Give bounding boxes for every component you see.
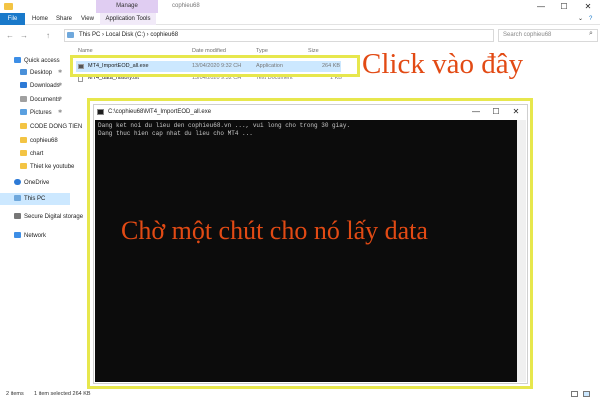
star-icon xyxy=(14,57,21,63)
nav-item-chart[interactable]: chart xyxy=(20,149,43,160)
ribbon-expand-icon[interactable]: ⌄ xyxy=(578,13,583,25)
computer-icon xyxy=(14,195,21,201)
nav-item-pictures[interactable]: Pictures xyxy=(20,108,52,119)
folder-icon xyxy=(20,163,27,169)
nav-item-label: Downloads xyxy=(30,83,60,89)
console-icon xyxy=(97,109,104,115)
wait-annotation: Chờ một chút cho nó lấy data xyxy=(121,216,428,245)
address-bar[interactable]: This PC › Local Disk (C:) › cophieu68 xyxy=(64,29,494,42)
nav-item-secure-digital[interactable]: Secure Digital storage xyxy=(14,212,83,223)
nav-item-label: Network xyxy=(24,233,47,239)
nav-item-label: Thiet ke youtube xyxy=(30,164,75,170)
forward-arrow-icon[interactable]: → xyxy=(20,31,28,40)
tab-home[interactable]: Home xyxy=(32,13,48,25)
selection-info: 1 item selected 264 KB xyxy=(34,391,91,397)
console-maximize-button[interactable]: ☐ xyxy=(486,105,506,119)
minimize-button[interactable]: — xyxy=(530,0,552,13)
search-icon: ⌕ xyxy=(589,30,593,37)
tab-application-tools[interactable]: Application Tools xyxy=(100,13,156,25)
cloud-icon xyxy=(14,179,21,185)
nav-item-this-pc[interactable]: This PC xyxy=(14,194,45,205)
nav-item-label: Quick access xyxy=(24,58,60,64)
console-minimize-button[interactable]: — xyxy=(466,105,486,119)
pin-icon: ✱ xyxy=(58,109,63,115)
nav-item-label: Pictures xyxy=(30,110,52,116)
console-line: Dang thuc hien cap nhat du lieu cho MT4 … xyxy=(98,130,253,137)
close-button[interactable]: ✕ xyxy=(577,0,599,13)
items-count: 2 items xyxy=(6,391,24,397)
document-icon xyxy=(20,96,27,102)
desktop-icon xyxy=(20,69,27,75)
tab-view[interactable]: View xyxy=(81,13,94,25)
up-arrow-icon[interactable]: ↑ xyxy=(46,31,50,40)
help-icon[interactable]: ? xyxy=(589,13,592,25)
nav-item-label: OneDrive xyxy=(24,180,50,186)
pin-icon: ✱ xyxy=(58,69,63,75)
sd-card-icon xyxy=(14,213,21,219)
network-icon xyxy=(14,232,21,238)
nav-item-cophieu68[interactable]: cophieu68 xyxy=(20,136,58,147)
console-output: Dang ket noi du lieu den cophieu68.vn ..… xyxy=(95,120,526,382)
pin-icon: ✱ xyxy=(58,82,63,88)
large-icons-view-icon[interactable] xyxy=(583,391,590,397)
console-close-button[interactable]: ✕ xyxy=(506,105,526,119)
tab-file[interactable]: File xyxy=(0,13,25,25)
folder-icon xyxy=(4,3,13,10)
download-icon xyxy=(20,82,27,88)
maximize-button[interactable]: ☐ xyxy=(553,0,575,13)
status-bar: 2 items 1 item selected 264 KB xyxy=(0,388,600,400)
details-view-icon[interactable] xyxy=(571,391,578,397)
nav-item-label: cophieu68 xyxy=(30,138,58,144)
nav-item-quick-access[interactable]: Quick access xyxy=(14,56,60,67)
picture-icon xyxy=(20,109,27,115)
nav-item-label: Desktop xyxy=(30,70,53,76)
pin-icon: ✱ xyxy=(58,96,63,102)
search-input[interactable]: Search cophieu68 xyxy=(498,29,598,42)
folder-icon xyxy=(20,137,27,143)
highlight-box-file xyxy=(70,55,360,77)
nav-item-label: This PC xyxy=(24,196,46,202)
nav-item-network[interactable]: Network xyxy=(14,231,46,242)
nav-item-desktop[interactable]: Desktop xyxy=(20,68,52,79)
nav-item-label: Documents xyxy=(30,97,61,103)
back-arrow-icon[interactable]: ← xyxy=(6,31,14,40)
folder-icon xyxy=(20,123,27,129)
nav-item-label: Secure Digital storage xyxy=(24,214,84,220)
nav-item-downloads[interactable]: Downloads xyxy=(20,81,60,92)
nav-item-onedrive[interactable]: OneDrive xyxy=(14,178,49,189)
nav-item-label: CODE DONG TIEN xyxy=(30,124,83,130)
console-title: C:\cophieu68\MT4_ImportEOD_all.exe xyxy=(94,105,527,119)
nav-item-thiet-ke-youtube[interactable]: Thiet ke youtube xyxy=(20,162,74,173)
click-here-annotation: Click vào đây xyxy=(362,48,524,80)
title-bar xyxy=(0,0,600,14)
this-pc-icon xyxy=(67,32,74,38)
console-scrollbar[interactable] xyxy=(517,120,526,382)
nav-item-label: chart xyxy=(30,151,44,157)
tab-share[interactable]: Share xyxy=(56,13,72,25)
nav-item-documents[interactable]: Documents xyxy=(20,95,60,106)
window-title: cophieu68 xyxy=(172,3,200,9)
manage-contextual-tab[interactable]: Manage xyxy=(96,0,158,13)
folder-icon xyxy=(20,150,27,156)
nav-item-code-dong-tien[interactable]: CODE DONG TIEN xyxy=(20,122,82,133)
console-line: Dang ket noi du lieu den cophieu68.vn ..… xyxy=(98,122,351,129)
